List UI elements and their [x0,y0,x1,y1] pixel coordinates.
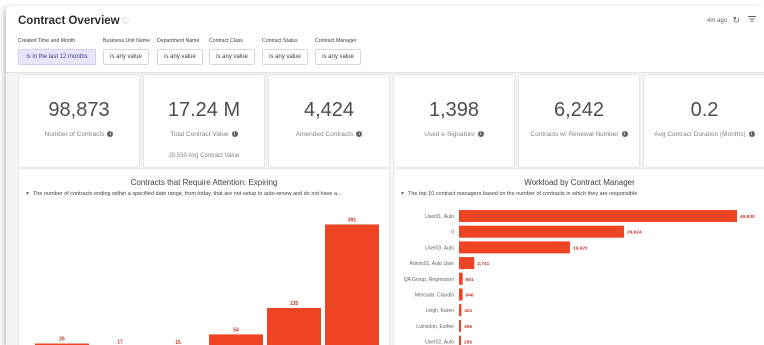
filter-business-unit-button[interactable]: is any value [103,49,149,65]
bar[interactable] [459,225,624,238]
filter-created-time-button[interactable]: is in the last 12 months [18,49,96,65]
expiring-contracts-card: Contracts that Require Attention: Expiri… [18,168,390,345]
category-label: Lumsdon, Esther [416,324,454,330]
bar-value-label: 49,930 [740,214,755,220]
bar[interactable] [459,319,461,332]
kpi-value: 6,242 [553,99,605,121]
kpi-card-amended-contracts[interactable]: 4,424 Amended Contracts i [268,74,390,168]
bar[interactable] [459,335,461,345]
last-updated-text: 4m ago [706,18,727,24]
kpi-value: 1,398 [428,99,480,121]
bar[interactable] [459,241,570,254]
bar-value-label: 54 [233,327,239,333]
bar-value-label: 135 [290,301,299,307]
bar[interactable] [459,257,475,270]
filter-created-time: Created Time and Month is in the last 12… [18,38,96,65]
category-label: Admin01, Auto User [410,261,455,267]
category-label: User02, Auto [425,340,454,345]
filter-contract-class: Contract Class is any value [209,38,255,65]
bar[interactable] [325,224,379,345]
filter-label: Business Unit Name [103,38,150,44]
kpi-label: Used e-Signature i [394,131,514,138]
bar-value-label: 15 [175,340,181,345]
category-label: QA Group, Regression [404,277,455,283]
bar-value-label: 2,741 [477,261,489,267]
bar-value-label: 391 [348,217,357,223]
category-label: Mercado, Claudia [415,293,454,299]
bar-value-label: 17 [117,339,123,345]
filter-contract-status-button[interactable]: is any value [262,49,308,65]
bar-value-label: 29,624 [627,230,642,236]
kpi-label: Avg Contract Duration (Months) i [644,131,764,138]
workload-bar-chart: User01, Auto 49,930 0 29,624 User03, Auto 19,… [404,210,755,345]
filter-icon[interactable] [748,15,756,25]
filter-business-unit: Business Unit Name is any value [103,38,150,65]
kpi-card-renewal-number[interactable]: 6,242 Contracts w/ Renewal Number i [518,74,640,168]
bar-value-label: 646 [466,293,474,299]
filter-department-button[interactable]: is any value [157,49,203,65]
info-icon[interactable]: i [621,131,628,138]
refresh-icon[interactable]: ↻ [732,15,740,26]
dashboard-header: Contract Overview ♡ 4m ago ↻ Created Time… [6,6,764,73]
kpi-label: Amended Contracts i [269,131,389,138]
kpi-sublabel: 20,550 Avg Contract Value [168,153,240,159]
filter-contract-manager-button[interactable]: is any value [315,49,361,65]
kpi-label: Total Contract Value i [144,131,264,138]
bar-value-label: 661 [466,277,474,283]
dashboard-panel: Contract Overview ♡ 4m ago ↻ Created Time… [6,6,764,345]
kpi-card-number-of-contracts[interactable]: 98,873 Number of Contracts i [18,74,140,168]
filter-label: Contract Manager [315,38,357,44]
bar-value-label: 356 [464,324,472,330]
kpi-card-used-e-signature[interactable]: 1,398 Used e-Signature i [393,74,515,168]
bar[interactable] [459,272,463,285]
bar-value-label: 19,920 [573,245,588,251]
info-icon[interactable]: i [231,131,238,138]
bar-value-label: 26 [59,337,65,343]
kpi-card-total-contract-value[interactable]: 17.24 M Total Contract Value i 20,550 Avg… [143,74,265,168]
filter-label: Contract Class [209,38,244,44]
kpi-value: 4,424 [303,99,355,121]
bar[interactable] [459,288,463,301]
kpi-value: 17.24 M [167,99,241,121]
filter-department: Department Name is any value [157,38,203,65]
kpi-label: Contracts w/ Renewal Number i [519,131,639,138]
category-label: User01, Auto [425,214,454,220]
workload-card: Workload by Contract Manager ▼ The top 10… [393,168,764,345]
category-label: 0 [451,230,454,236]
bar[interactable] [209,334,263,345]
info-icon[interactable]: i [748,131,755,138]
bar-value-label: 256 [464,340,472,345]
info-icon[interactable]: i [356,131,363,138]
info-icon[interactable]: i [477,131,484,138]
info-icon[interactable]: i [107,131,114,138]
filter-contract-class-button[interactable]: is any value [209,49,255,65]
bar[interactable] [459,210,737,222]
category-label: Leigh, Karen [426,308,455,314]
filter-label: Contract Status [262,38,298,44]
heart-icon[interactable]: ♡ [122,16,130,26]
category-label: User03, Auto [425,245,454,251]
expiring-bar-chart: 26 17 15 54 135 391 [35,217,379,345]
filter-contract-status: Contract Status is any value [262,38,308,65]
filter-contract-manager: Contract Manager is any value [315,38,361,65]
filter-label: Created Time and Month [18,38,76,44]
filter-label: Department Name [157,38,200,44]
bar-value-label: 421 [464,308,472,314]
bar[interactable] [459,304,462,317]
page-title: Contract Overview ♡ [18,15,130,27]
kpi-label: Number of Contracts i [19,131,139,138]
kpi-value: 98,873 [48,99,110,121]
kpi-value: 0.2 [690,99,719,121]
kpi-card-avg-contract-duration[interactable]: 0.2 Avg Contract Duration (Months) i [643,74,764,168]
bar[interactable] [267,307,321,345]
